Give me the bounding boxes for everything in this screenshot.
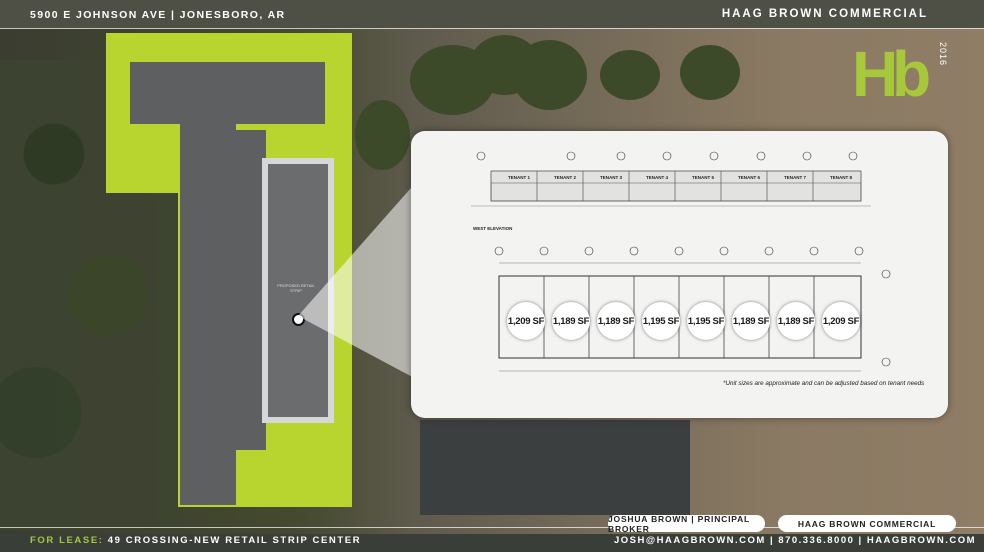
company-badge: HAAG BROWN COMMERCIAL [778, 515, 956, 532]
tenant-label: TENANT 2 [554, 175, 577, 180]
broker-badge: JOSHUA BROWN | PRINCIPAL BROKER [608, 514, 765, 534]
unit-size-badge: 1,189 SF [552, 302, 590, 340]
tree [512, 40, 587, 110]
location-marker [292, 313, 305, 326]
tree [355, 100, 410, 170]
floor-plan-panel: TENANT 1 TENANT 2 TENANT 3 TENANT 4 TENA… [411, 131, 948, 418]
unit-size-badge: 1,189 SF [597, 302, 635, 340]
lease-headline: FOR LEASE: 49 CROSSING-NEW RETAIL STRIP … [30, 535, 361, 546]
neighbor-parking-lot [420, 420, 690, 515]
building-label: PROPOSED RETAIL STRIP [277, 283, 315, 293]
lease-lead: FOR LEASE: [30, 535, 104, 546]
tenant-label: TENANT 4 [646, 175, 669, 180]
unit-size-badge: 1,189 SF [732, 302, 770, 340]
tenant-label: TENANT 8 [830, 175, 853, 180]
header-rule [0, 28, 984, 29]
lease-title: 49 CROSSING-NEW RETAIL STRIP CENTER [107, 535, 362, 546]
tenant-label: TENANT 3 [600, 175, 623, 180]
unit-size-badge: 1,195 SF [687, 302, 725, 340]
unit-size-badge: 1,209 SF [822, 302, 860, 340]
tree [600, 50, 660, 100]
tenant-label: TENANT 1 [508, 175, 531, 180]
tenant-label: TENANT 6 [738, 175, 761, 180]
tree [680, 45, 740, 100]
contact-info: JOSH@HAAGBROWN.COM | 870.336.8000 | HAAG… [614, 535, 977, 546]
elevation-label: WEST ELEVATION [473, 226, 513, 231]
haag-brown-logo: H b 2016 [852, 38, 948, 110]
unit-size-note: *Unit sizes are approximate and can be a… [723, 380, 925, 387]
unit-size-badge: 1,209 SF [507, 302, 545, 340]
unit-size-badge: 1,189 SF [777, 302, 815, 340]
unit-size-badge: 1,195 SF [642, 302, 680, 340]
tenant-label: TENANT 7 [784, 175, 807, 180]
property-address: 5900 E JOHNSON AVE | JONESBORO, AR [30, 9, 286, 21]
architectural-drawing [471, 151, 891, 372]
company-name: HAAG BROWN COMMERCIAL [721, 8, 928, 20]
tenant-label: TENANT 5 [692, 175, 715, 180]
drive-aisle [180, 110, 236, 505]
